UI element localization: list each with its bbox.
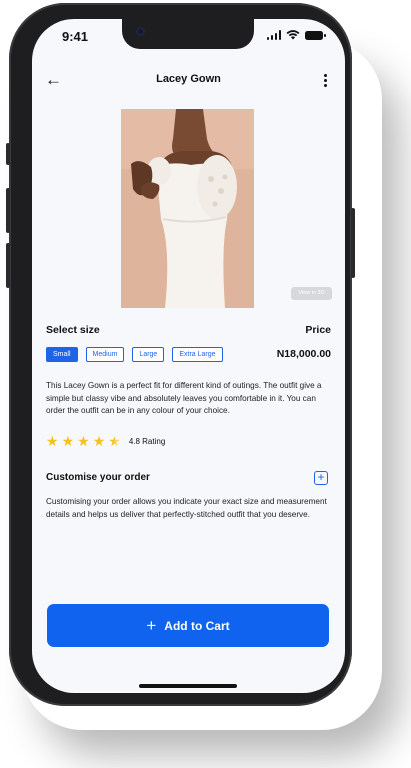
- gown-illustration: [121, 109, 254, 308]
- notch: [122, 19, 254, 49]
- half-star-icon: ★: [108, 433, 121, 449]
- cellular-signal-icon: [266, 30, 281, 40]
- size-options: Small Medium Large Extra Large: [46, 347, 223, 362]
- add-to-cart-button[interactable]: + Add to Cart: [47, 604, 329, 647]
- mute-switch: [6, 143, 10, 165]
- camera: [136, 27, 145, 36]
- add-to-cart-label: Add to Cart: [164, 618, 230, 633]
- size-chip-small[interactable]: Small: [46, 347, 78, 362]
- size-chip-large[interactable]: Large: [132, 347, 165, 362]
- rating-row: ★ ★ ★ ★ ★ 4.8 Rating: [46, 434, 165, 448]
- power-button: [351, 208, 355, 278]
- status-time: 9:41: [62, 29, 89, 44]
- customise-description: Customising your order allows you indica…: [46, 497, 327, 519]
- top-app-bar: ← Lacey Gown: [32, 71, 345, 91]
- add-customisation-button[interactable]: +: [314, 471, 328, 485]
- product-image: [121, 109, 254, 308]
- size-chip-extra-large[interactable]: Extra Large: [172, 347, 223, 362]
- phone-frame: 9:41 ← Lacey Gown View in 3D Select size…: [6, 3, 355, 706]
- volume-up-button: [6, 188, 10, 233]
- select-size-label: Select size: [46, 324, 100, 336]
- home-indicator[interactable]: [139, 684, 237, 688]
- price-label: Price: [305, 324, 331, 336]
- kebab-icon[interactable]: [324, 74, 327, 87]
- rating-label: 4.8 Rating: [128, 436, 166, 446]
- star-icon: ★: [77, 433, 90, 449]
- star-icon: ★: [92, 433, 106, 449]
- status-icons: [266, 30, 326, 40]
- plus-icon: +: [146, 616, 157, 635]
- star-icon: ★: [46, 433, 59, 449]
- star-icon: ★: [61, 433, 75, 449]
- volume-down-button: [6, 243, 10, 288]
- price-value: N18,000.00: [276, 348, 331, 360]
- customise-title: Customise your order: [46, 472, 150, 483]
- product-description: This Lacey Gown is a perfect fit for dif…: [46, 381, 322, 415]
- app-screen: 9:41 ← Lacey Gown View in 3D Select size…: [32, 19, 345, 693]
- battery-icon: [305, 30, 326, 40]
- page-title: Lacey Gown: [156, 73, 221, 85]
- view-in-3d-button[interactable]: View in 3D: [291, 287, 332, 300]
- size-chip-medium[interactable]: Medium: [85, 347, 125, 362]
- wifi-icon: [286, 30, 300, 40]
